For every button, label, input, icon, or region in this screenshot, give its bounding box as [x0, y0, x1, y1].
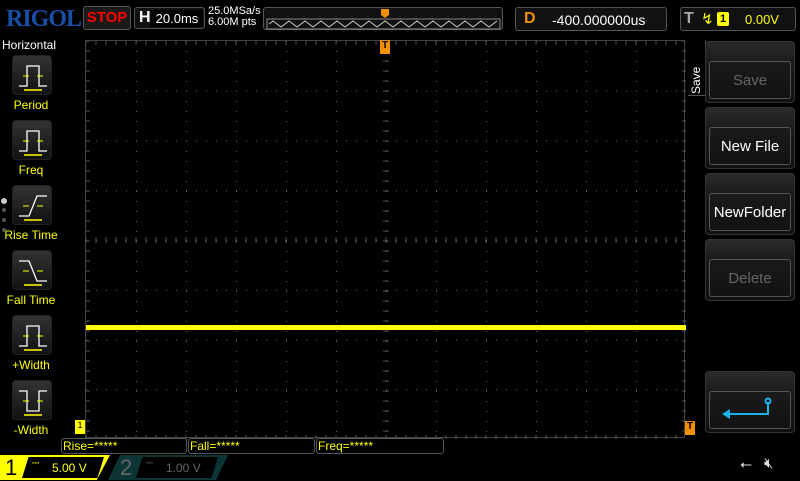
save-button[interactable]: Save [705, 41, 795, 103]
page-indicator-dot [2, 228, 6, 232]
horizontal-label: H [139, 9, 151, 26]
return-icon [722, 397, 772, 419]
return-button[interactable] [705, 371, 795, 433]
menu-item-label: Rise Time [4, 228, 58, 242]
timebase-box[interactable]: H 20.0ms [134, 7, 205, 29]
frequency-icon [12, 120, 52, 160]
delay-label: D [524, 10, 536, 27]
menu-item-fall-time[interactable]: Fall Time [0, 250, 62, 310]
channel2-tab[interactable]: 2 ⎓ 1.00 V [108, 455, 228, 480]
channel2-number: 2 [120, 455, 133, 480]
button-label: Save [732, 72, 768, 89]
graticule [85, 40, 686, 439]
button-label: New File [720, 138, 780, 155]
button-label: Delete [728, 270, 772, 287]
dc-coupling-icon: ⎓ [32, 458, 40, 468]
waveform-display [85, 40, 686, 439]
menu-item-label: Period [13, 98, 49, 112]
menu-item-label: -Width [13, 423, 49, 437]
memory-depth: 6.00M pts [208, 16, 257, 28]
usb-icon: ⭠ [740, 456, 753, 473]
delay-value: -400.000000us [552, 12, 646, 28]
run-stop-status[interactable]: STOP [83, 6, 131, 30]
trigger-box[interactable]: T ↯ 1 0.00V [680, 7, 796, 31]
trigger-label: T [684, 10, 694, 27]
menu-item-label: +Width [12, 358, 50, 372]
rising-edge-icon: ↯ [701, 11, 714, 28]
menu-item-rise-time[interactable]: Rise Time [0, 185, 62, 245]
newfolder-button[interactable]: NewFolder [705, 173, 795, 235]
menu-title: Save [689, 66, 703, 94]
channel1-ground-marker[interactable]: 1 [75, 420, 85, 434]
delete-button[interactable]: Delete [705, 239, 795, 301]
channel1-scale: 5.00 V [52, 461, 87, 475]
page-indicator-dot [2, 208, 6, 212]
rise-time-icon [12, 185, 52, 225]
menu-item-positive-width[interactable]: +Width [0, 315, 62, 375]
trigger-source: 1 [717, 12, 729, 26]
measurement-freq: Freq=***** [316, 438, 444, 454]
menu-item-period[interactable]: Period [0, 55, 62, 115]
channel1-number: 1 [5, 455, 18, 480]
memory-overview [263, 7, 503, 30]
channel1-trace [86, 325, 686, 330]
measurement-fall: Fall=***** [188, 438, 315, 454]
timebase-value: 20.0ms [151, 10, 203, 27]
waveform-overview [266, 9, 501, 30]
page-indicator-dot [1, 198, 7, 204]
trigger-position-marker [381, 9, 389, 18]
menu-item-label: Fall Time [6, 293, 56, 307]
button-label: NewFolder [713, 204, 787, 221]
period-icon [12, 55, 52, 95]
menu-item-frequency[interactable]: Freq [0, 120, 62, 180]
menu-item-negative-width[interactable]: -Width [0, 380, 62, 440]
channel2-scale: 1.00 V [166, 461, 201, 475]
delay-box[interactable]: D -400.000000us [515, 7, 667, 31]
new-file-button[interactable]: New File [705, 107, 795, 169]
mute-icon[interactable]: 🔇︎ [764, 455, 773, 472]
page-indicator-dot [2, 218, 6, 222]
acquisition-info: 25.0MSa/s 6.00M pts [208, 6, 261, 28]
trigger-level: 0.00V [745, 12, 779, 27]
menu-item-label: Freq [18, 163, 44, 177]
rigol-logo: RIGOL [6, 6, 82, 32]
channel1-tab[interactable]: 1 ⎓ 5.00 V [0, 455, 110, 480]
negative-width-icon [12, 380, 52, 420]
positive-width-icon [12, 315, 52, 355]
measurement-rise: Rise=***** [61, 438, 187, 454]
dc-coupling-icon: ⎓ [146, 458, 154, 468]
trigger-time-marker[interactable]: T [380, 40, 390, 54]
menu-title: Horizontal [2, 38, 57, 52]
fall-time-icon [12, 250, 52, 290]
